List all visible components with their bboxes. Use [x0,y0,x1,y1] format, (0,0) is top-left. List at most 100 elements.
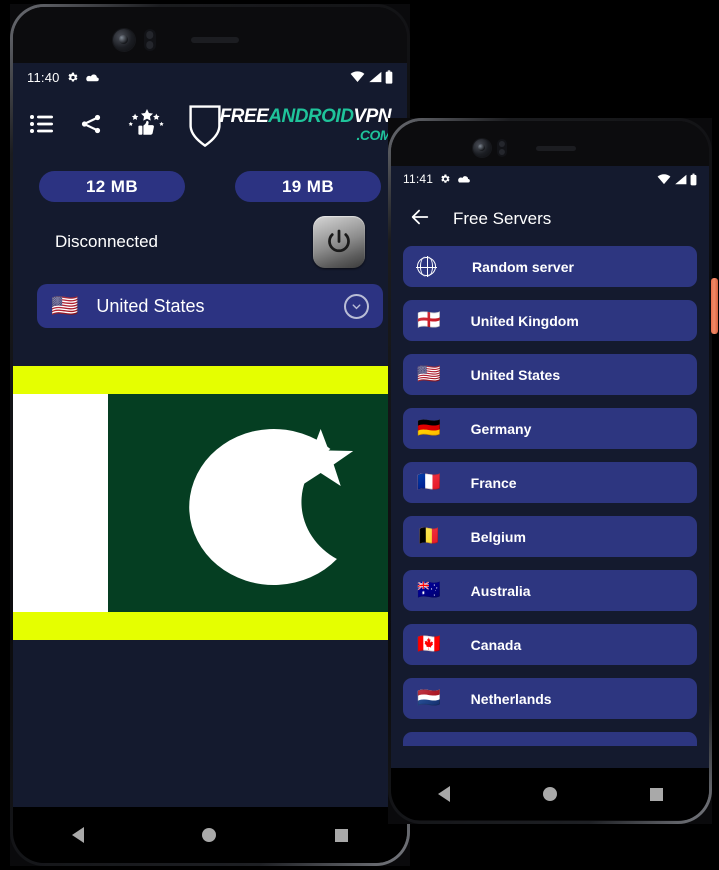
flag-icon-au: 🇦🇺 [417,580,441,601]
status-bar-clock: 11:40 [27,69,60,85]
server-list-item-australia[interactable]: 🇦🇺 Australia [403,570,697,611]
power-toggle-button[interactable] [313,216,365,268]
logo-com: .COM [356,127,391,143]
banner-top-bar [13,366,407,394]
nav-back-button[interactable] [437,786,450,802]
upload-usage-pill[interactable]: 19 MB [235,171,381,202]
proximity-sensor-icon [497,139,507,157]
front-camera-icon [113,29,135,51]
server-list: Random server 🏴󠁧󠁢󠁥󠁮󠁧󠁿 United Kingdom 🇺🇸 … [391,246,709,746]
power-side-button[interactable] [711,278,718,334]
menu-list-icon[interactable] [29,113,55,140]
server-label: Netherlands [470,690,552,707]
earpiece-speaker [191,37,239,43]
status-bar-right [657,173,697,186]
nav-recents-button[interactable] [334,828,348,842]
shield-icon [188,104,222,148]
phone-notch-bar [391,121,709,166]
server-label: Belgium [470,528,526,545]
logo-vpn: VPN [353,106,391,127]
flag-icon-be: 🇧🇪 [417,526,441,547]
android-nav-bar [391,768,709,820]
nav-recents-button[interactable] [649,787,663,801]
upload-usage-value: 19 MB [281,176,335,196]
server-list-item-partial[interactable] [403,732,697,746]
logo-free: FREE [219,106,269,127]
phone-device-primary: 11:40 FREEANDROIDVPN .COM 12 MB 19 MB Di… [10,4,410,866]
signal-icon [369,71,382,83]
battery-icon [690,173,697,185]
proximity-sensor-icon [144,29,156,51]
server-label: United Kingdom [470,312,579,329]
flag-icon-nl: 🇳🇱 [417,688,441,709]
server-label: Canada [470,636,522,653]
page-title: Free Servers [453,209,552,228]
server-list-item-united-kingdom[interactable]: 🏴󠁧󠁢󠁥󠁮󠁧󠁿 United Kingdom [403,300,697,341]
front-camera-icon [473,139,491,157]
server-label: France [470,474,517,491]
server-list-item-canada[interactable]: 🇨🇦 Canada [403,624,697,665]
chevron-down-icon[interactable] [344,293,369,319]
server-list-item-random[interactable]: Random server [403,246,697,287]
nav-home-button[interactable] [202,828,217,842]
connection-status-text: Disconnected [55,232,159,251]
android-nav-bar [13,807,407,863]
app-screen-secondary: 11:41 [391,166,709,768]
back-arrow-icon[interactable] [409,206,431,233]
phone-device-secondary: 11:41 [388,118,718,824]
status-bar: 11:40 [13,63,407,91]
globe-icon [416,256,437,277]
cloud-icon [85,73,99,81]
download-usage-value: 12 MB [85,176,139,196]
flag-icon-us: 🇺🇸 [417,364,441,385]
flag-green-field [107,394,407,612]
server-list-item-united-states[interactable]: 🇺🇸 United States [403,354,697,395]
rate-us-icon[interactable] [127,108,167,144]
country-selector[interactable]: 🇺🇸 United States [37,284,383,328]
wifi-icon [657,173,671,184]
pakistan-flag-graphic [13,394,407,612]
gear-icon [68,72,78,82]
country-flag-icon: 🇺🇸 [51,293,79,318]
nav-back-button[interactable] [72,827,85,843]
flag-icon-de: 🇩🇪 [417,418,441,439]
country-selector-label: United States [96,295,205,316]
advertisement-banner[interactable] [13,366,407,640]
toolbar-icon-group [29,108,167,144]
cloud-icon [458,176,470,183]
phone-screen-container: 11:40 FREEANDROIDVPN .COM 12 MB 19 MB Di… [13,7,407,863]
flag-white-stripe [13,394,108,612]
gear-icon [441,174,450,183]
signal-icon [675,174,687,184]
status-bar-left: 11:40 [27,70,100,85]
phone-notch-bar [13,7,407,63]
server-list-item-germany[interactable]: 🇩🇪 Germany [403,408,697,449]
nav-home-button[interactable] [542,787,557,801]
status-bar: 11:41 [391,166,709,192]
logo-android: ANDROID [268,106,354,127]
status-bar-right [350,70,393,84]
server-list-item-netherlands[interactable]: 🇳🇱 Netherlands [403,678,697,719]
status-bar-left: 11:41 [403,172,471,186]
phone-screen-container: 11:41 [391,121,709,821]
share-icon[interactable] [79,112,103,141]
screenshot-stage: 11:40 FREEANDROIDVPN .COM 12 MB 19 MB Di… [0,0,719,870]
download-usage-pill[interactable]: 12 MB [39,171,185,202]
banner-bottom-bar [13,612,407,640]
wifi-icon [350,71,365,82]
flag-icon-fr: 🇫🇷 [417,472,441,493]
data-usage-row: 12 MB 19 MB [13,161,407,202]
earpiece-speaker [536,146,576,151]
flag-icon-uk: 🏴󠁧󠁢󠁥󠁮󠁧󠁿 [417,310,441,331]
server-list-item-belgium[interactable]: 🇧🇪 Belgium [403,516,697,557]
app-logo: FREEANDROIDVPN .COM [188,104,391,148]
server-label: Germany [470,420,532,437]
server-list-item-france[interactable]: 🇫🇷 France [403,462,697,503]
connection-row: Disconnected [13,202,407,268]
app-screen-primary: 11:40 FREEANDROIDVPN .COM 12 MB 19 MB Di… [13,63,407,807]
app-bar: Free Servers [391,192,709,246]
country-selector-wrap: 🇺🇸 United States [13,268,407,328]
logo-wordmark: FREEANDROIDVPN .COM [219,106,392,148]
crescent-star-icon [188,429,353,586]
flag-icon-ca: 🇨🇦 [417,634,441,655]
